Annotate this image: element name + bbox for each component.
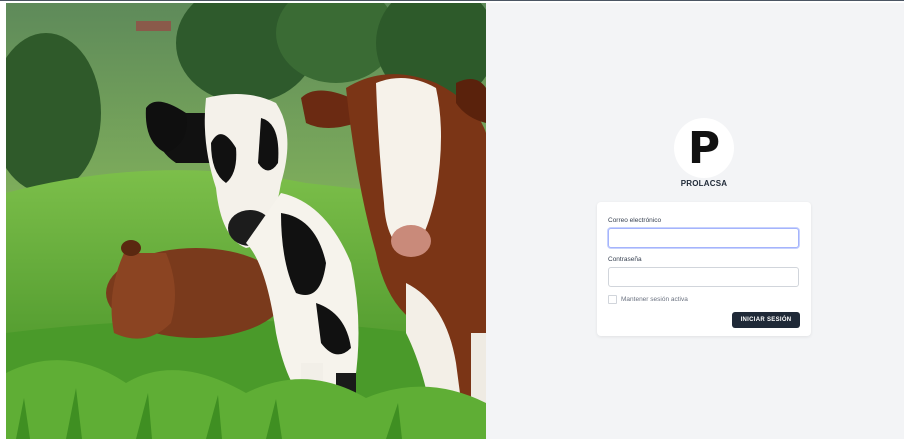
password-label: Contraseña xyxy=(608,256,642,263)
login-button[interactable]: INICIAR SESIÓN xyxy=(732,312,800,328)
email-label: Correo electrónico xyxy=(608,217,662,224)
brand-name: PROLACSA xyxy=(680,179,728,188)
logo-letter: P xyxy=(687,123,721,174)
password-field[interactable] xyxy=(608,267,799,287)
remember-checkbox[interactable] xyxy=(608,295,617,304)
remember-label: Mantener sesión activa xyxy=(621,296,688,303)
hero-image xyxy=(6,3,486,439)
remember-me[interactable]: Mantener sesión activa xyxy=(608,295,688,304)
login-card: Correo electrónico Contraseña Mantener s… xyxy=(597,202,811,336)
brand-logo: P xyxy=(674,118,734,178)
email-field[interactable] xyxy=(608,228,799,248)
cows-illustration xyxy=(6,3,486,439)
